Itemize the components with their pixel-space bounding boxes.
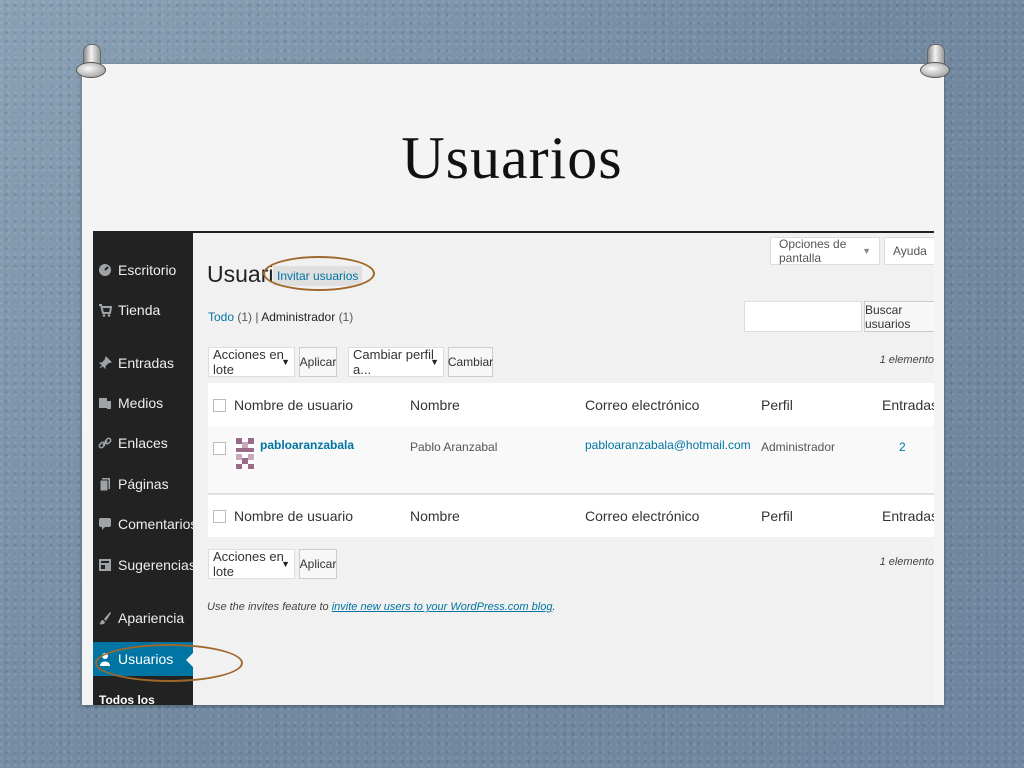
col-username-footer[interactable]: Nombre de usuario <box>234 508 353 524</box>
sidebar-item-entradas[interactable]: Entradas <box>93 346 193 380</box>
col-role: Perfil <box>761 397 793 413</box>
cart-icon <box>98 303 112 317</box>
link-icon <box>98 436 112 450</box>
col-username[interactable]: Nombre de usuario <box>234 397 353 413</box>
slide-title: Usuarios <box>401 125 623 191</box>
chevron-down-icon: ▼ <box>281 357 290 367</box>
chevron-down-icon: ▼ <box>281 559 290 569</box>
select-all-checkbox[interactable] <box>213 399 226 412</box>
col-posts[interactable]: Entradas <box>882 397 934 413</box>
apply-button-top[interactable]: Aplicar <box>299 347 337 377</box>
users-table-footer: Nombre de usuario Nombre Correo electrón… <box>208 494 934 537</box>
highlight-ring-usuarios <box>95 644 243 682</box>
screen-options-label: Opciones de pantalla <box>779 237 847 265</box>
invite-note: Use the invites feature to invite new us… <box>207 601 556 613</box>
pushpin-left <box>76 44 106 78</box>
sidebar-item-escritorio[interactable]: Escritorio <box>93 253 193 287</box>
sidebar-item-label: Comentarios <box>118 516 198 532</box>
sidebar-item-label: Entradas <box>118 355 175 371</box>
user-fullname: Pablo Aranzabal <box>410 440 498 454</box>
sidebar-item-label: Sugerencias <box>118 557 196 573</box>
highlight-ring-invite <box>263 256 375 291</box>
col-email-footer[interactable]: Correo electrónico <box>585 508 699 524</box>
sidebar-item-label: Escritorio <box>118 262 177 278</box>
select-all-checkbox-footer[interactable] <box>213 510 226 523</box>
pushpin-right <box>920 44 950 78</box>
change-role-button[interactable]: Cambiar <box>448 347 493 377</box>
user-role: Administrador <box>761 440 836 454</box>
table-row: pabloaranzabala Pablo Aranzabal pabloara… <box>208 426 934 494</box>
sidebar-item-tienda[interactable]: Tienda <box>93 293 193 327</box>
filter-admin-link[interactable]: Administrador <box>261 310 335 324</box>
sidebar-item-label: Apariencia <box>118 610 185 626</box>
invite-note-prefix: Use the invites feature to <box>207 601 332 613</box>
filter-all-count: (1) <box>237 310 253 324</box>
help-button[interactable]: Ayuda ▼ <box>884 237 934 265</box>
col-name[interactable]: Nombre <box>410 397 460 413</box>
sidebar-item-sugerencias[interactable]: Sugerencias <box>93 548 196 582</box>
sidebar-item-label: Páginas <box>118 476 169 492</box>
invite-note-link[interactable]: invite new users to your WordPress.com b… <box>332 601 553 613</box>
filter-admin-count: (1) <box>338 310 354 324</box>
items-count-bottom: 1 elemento <box>879 556 934 568</box>
sidebar-item-enlaces[interactable]: Enlaces <box>93 426 193 460</box>
pushpin-icon <box>98 356 112 370</box>
chevron-down-icon: ▼ <box>430 357 439 367</box>
sidebar-item-apariencia[interactable]: Apariencia <box>93 601 193 635</box>
user-email-link[interactable]: pabloaranzabala@hotmail.com <box>585 438 751 452</box>
sidebar-item-medios[interactable]: Medios <box>93 386 193 420</box>
search-users-button[interactable]: Buscar usuarios <box>864 301 934 332</box>
filter-all-link[interactable]: Todo <box>208 310 234 324</box>
user-posts-link[interactable]: 2 <box>899 440 906 454</box>
dashboard-icon <box>98 263 112 277</box>
invite-note-suffix: . <box>552 601 556 613</box>
username-link[interactable]: pabloaranzabala <box>260 438 354 452</box>
brush-icon <box>98 611 112 625</box>
col-role-footer: Perfil <box>761 508 793 524</box>
chevron-down-icon: ▼ <box>862 246 871 256</box>
items-count-top: 1 elemento <box>879 354 934 366</box>
sidebar-subitem-todos-usuarios[interactable]: Todos los usuarios <box>99 693 193 705</box>
wordpress-screenshot: Escritorio Tienda Entradas Medios Enlace… <box>93 231 934 705</box>
screen-options-button[interactable]: Opciones de pantalla ▼ <box>770 237 880 265</box>
avatar <box>234 436 256 470</box>
filter-separator: | <box>255 310 259 324</box>
col-email[interactable]: Correo electrónico <box>585 397 699 413</box>
row-checkbox[interactable] <box>213 442 226 455</box>
sidebar-item-label: Tienda <box>118 302 161 318</box>
chevron-down-icon: ▼ <box>933 246 934 256</box>
media-icon <box>98 396 112 410</box>
sidebar-item-comentarios[interactable]: Comentarios <box>93 507 197 541</box>
sidebar-item-label: Enlaces <box>118 435 168 451</box>
col-name-footer[interactable]: Nombre <box>410 508 460 524</box>
col-posts-footer[interactable]: Entradas <box>882 508 934 524</box>
feedback-icon <box>98 558 112 572</box>
comment-icon <box>98 517 112 531</box>
bulk-actions-select-top[interactable]: Acciones en lote ▼ <box>208 347 295 377</box>
main-content: Opciones de pantalla ▼ Ayuda ▼ Usuarios … <box>193 233 934 705</box>
search-input[interactable] <box>744 301 862 332</box>
sidebar-item-paginas[interactable]: Páginas <box>93 467 193 501</box>
apply-button-bottom[interactable]: Aplicar <box>299 549 337 579</box>
admin-sidebar: Escritorio Tienda Entradas Medios Enlace… <box>93 233 197 705</box>
help-label: Ayuda <box>893 244 927 258</box>
bulk-actions-select-bottom[interactable]: Acciones en lote ▼ <box>208 549 295 579</box>
role-filters: Todo (1) | Administrador (1) <box>208 310 353 324</box>
sidebar-item-label: Medios <box>118 395 164 411</box>
pages-icon <box>98 477 112 491</box>
users-table-header: Nombre de usuario Nombre Correo electrón… <box>208 383 934 427</box>
change-role-select[interactable]: Cambiar perfil a... ▼ <box>348 347 444 377</box>
